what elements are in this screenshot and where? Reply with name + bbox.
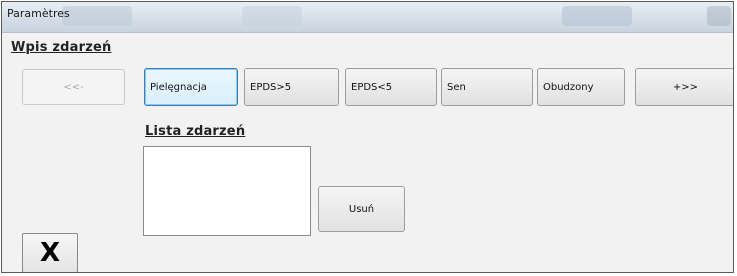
window-content: Wpis zdarzeń <<- Pielęgnacja EPDS>5 EPDS… [2, 33, 733, 272]
close-button[interactable]: X [22, 233, 78, 272]
delete-event-button[interactable]: Usuń [318, 186, 405, 232]
blurred-background-region [62, 6, 132, 26]
blurred-background-region [242, 6, 302, 26]
event-button-obudzony[interactable]: Obudzony [537, 68, 625, 106]
event-list-box[interactable] [143, 146, 311, 236]
event-button-sen[interactable]: Sen [441, 68, 533, 106]
blurred-background-region [562, 6, 632, 26]
event-button-epds-less-5[interactable]: EPDS<5 [345, 68, 437, 106]
events-section-title: Wpis zdarzeń [11, 40, 112, 55]
event-button-epds-greater-5[interactable]: EPDS>5 [244, 68, 339, 106]
next-events-button[interactable]: +>> [635, 68, 733, 106]
blurred-background-region [707, 6, 731, 26]
parameters-window: Paramètres Wpis zdarzeń <<- Pielęgnacja … [1, 1, 734, 273]
title-bar[interactable]: Paramètres [2, 2, 733, 33]
previous-events-button[interactable]: <<- [22, 69, 125, 105]
event-button-pielegnacja[interactable]: Pielęgnacja [144, 68, 238, 106]
event-list-title: Lista zdarzeń [145, 124, 246, 139]
window-title: Paramètres [7, 7, 70, 20]
